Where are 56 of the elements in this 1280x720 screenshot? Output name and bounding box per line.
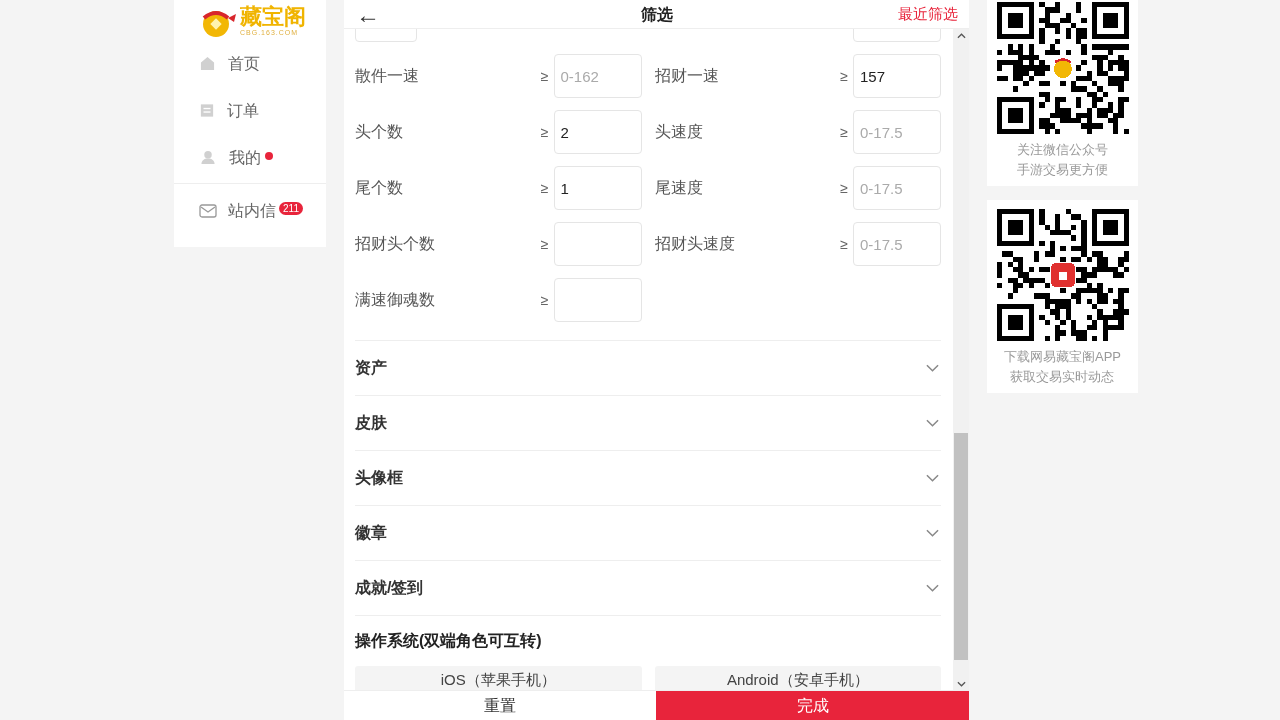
user-icon xyxy=(200,150,216,165)
input-field[interactable]: 0-17.5 xyxy=(853,110,941,154)
field-label: 招财一速 xyxy=(654,66,720,86)
document-icon xyxy=(200,103,214,118)
sidebar-item[interactable]: 我的 xyxy=(174,134,326,181)
input-field[interactable] xyxy=(553,222,642,266)
field-label: 尾速度 xyxy=(654,178,704,198)
done-button[interactable]: 完成 xyxy=(656,691,969,720)
input-field[interactable]: 0-162 xyxy=(553,54,642,98)
greater-equal-sign: ≥ xyxy=(840,234,848,254)
scrollbar[interactable] xyxy=(953,29,969,690)
page-title: 筛选 xyxy=(640,4,673,25)
input-field[interactable]: 157 xyxy=(853,54,941,98)
section-title: 操作系统(双端角色可互转) xyxy=(355,631,543,651)
messages-item[interactable]: 站内信 211 xyxy=(174,184,326,237)
greater-equal-sign: ≥ xyxy=(540,234,549,254)
sidebar-item[interactable]: 订单 xyxy=(174,87,326,134)
recent-filters-link[interactable]: 最近筛选 xyxy=(898,3,958,26)
option-button[interactable]: Android（安卓手机） xyxy=(654,666,941,690)
field-label: 尾个数 xyxy=(355,178,404,198)
greater-equal-sign: ≥ xyxy=(840,122,848,142)
input-field[interactable]: 0-17.5 xyxy=(853,166,941,210)
caption-text: 下载网易藏宝阁APP xyxy=(1004,348,1121,366)
field-label: 头速度 xyxy=(654,122,704,142)
logo-text: 藏宝阁 xyxy=(240,6,306,28)
field-label: 头个数 xyxy=(355,122,404,142)
input-field[interactable] xyxy=(553,278,642,322)
greater-equal-sign: ≥ xyxy=(540,290,549,310)
caption-text: 手游交易更方便 xyxy=(1017,161,1108,179)
caption-text: 获取交易实时动态 xyxy=(1010,368,1115,386)
greater-equal-sign: ≥ xyxy=(840,66,848,86)
caption-text: 关注微信公众号 xyxy=(1017,141,1108,159)
greater-equal-sign: ≥ xyxy=(540,66,549,86)
field-label: 招财头个数 xyxy=(355,234,436,254)
greater-equal-sign: ≥ xyxy=(540,178,549,198)
sidebar-item[interactable]: 首页 xyxy=(174,40,326,87)
accordion-header[interactable]: 徽章 xyxy=(355,506,941,561)
greater-equal-sign: ≥ xyxy=(540,122,549,142)
home-icon xyxy=(200,56,215,71)
accordion-header[interactable]: 资产 xyxy=(355,341,941,396)
field-label: 招财头速度 xyxy=(654,234,736,254)
input-field[interactable]: 0-17.5 xyxy=(853,222,941,266)
input-field[interactable]: 1 xyxy=(553,166,642,210)
accordion-header[interactable]: 皮肤 xyxy=(355,396,941,451)
field-label: 满速御魂数 xyxy=(355,290,436,310)
count-badge: 211 xyxy=(279,202,303,215)
accordion-header[interactable]: 头像框 xyxy=(355,451,941,506)
scroll-down-icon[interactable] xyxy=(956,681,966,687)
scroll-up-icon[interactable] xyxy=(956,33,966,39)
input-field[interactable]: 2 xyxy=(553,110,642,154)
field-label: 散件一速 xyxy=(355,66,420,86)
back-button[interactable]: ← xyxy=(356,0,380,28)
accordion-header[interactable]: 成就/签到 xyxy=(355,561,941,616)
mail-icon xyxy=(199,203,217,218)
option-button[interactable]: iOS（苹果手机） xyxy=(355,666,642,690)
greater-equal-sign: ≥ xyxy=(840,178,848,198)
